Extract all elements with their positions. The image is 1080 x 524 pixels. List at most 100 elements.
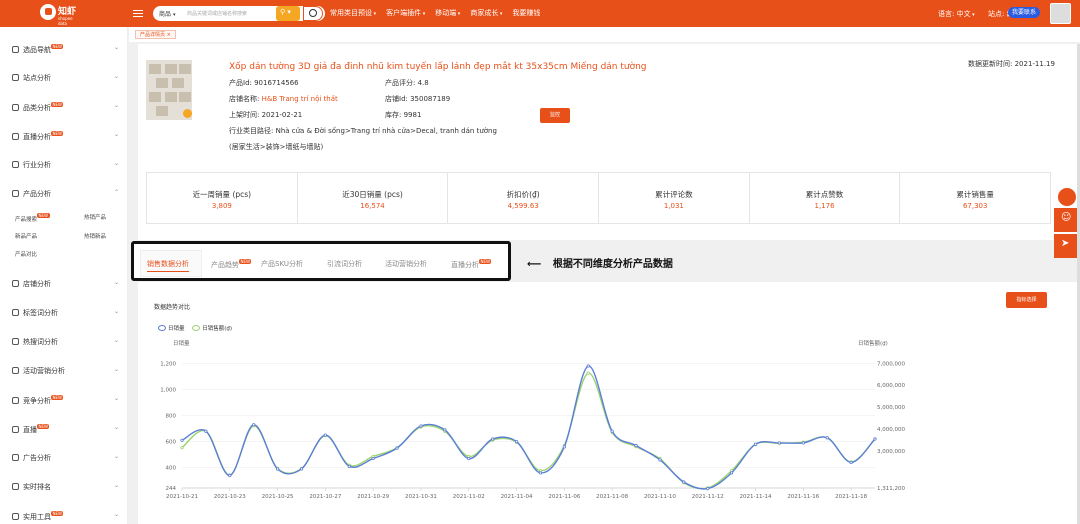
sidebar-item-3[interactable]: 直播分析 NEW ⌄ xyxy=(12,131,119,142)
sidebar-item-1[interactable]: 站点分析 ⌄ xyxy=(12,73,119,83)
chevron-down-icon[interactable]: ⌄ xyxy=(114,482,119,489)
sidebar-item-11[interactable]: 直播 NEW ⌄ xyxy=(12,424,119,435)
chevron-down-icon[interactable]: ⌄ xyxy=(114,131,119,138)
sidebar-item-icon xyxy=(12,367,19,374)
sidebar-subitem-a[interactable]: 产品搜索NEW xyxy=(15,213,50,223)
data-point xyxy=(873,437,877,441)
x-tick: 2021-10-25 xyxy=(262,494,294,500)
logo-icon xyxy=(40,4,56,20)
data-point xyxy=(371,456,375,461)
y-right-tick: 1,311,200 xyxy=(877,486,905,492)
nav-category-presets[interactable]: 常用类目预设 xyxy=(330,8,376,18)
sidebar-item-label: 活动营销分析 xyxy=(23,367,65,375)
x-tick: 2021-11-04 xyxy=(501,494,533,500)
sidebar-item-label: 广告分析 xyxy=(23,454,51,462)
sidebar-item-9[interactable]: 活动营销分析 ⌄ xyxy=(12,366,119,376)
sidebar-item-13[interactable]: 实时排名 ⌄ xyxy=(12,482,119,492)
sidebar-item-7[interactable]: 标签词分析 ⌄ xyxy=(12,308,119,318)
stat-label: 折扣价(₫) xyxy=(506,190,540,199)
sidebar-item-12[interactable]: 广告分析 ⌄ xyxy=(12,453,119,463)
sidebar-item-label: 实时排名 xyxy=(23,483,51,491)
nav-earn[interactable]: 我要赚钱 xyxy=(512,8,540,18)
sidebar-item-14[interactable]: 实用工具 NEW ⌄ xyxy=(12,511,119,522)
product-title[interactable]: Xốp dán tường 3D giả đa đinh nhũ kim tuy… xyxy=(229,62,647,72)
y-right-axis-label: 日销售额(₫) xyxy=(858,339,888,347)
data-point xyxy=(706,486,710,491)
tab-0[interactable]: 销售数据分析 xyxy=(147,259,189,272)
tab-product-detail[interactable]: 产品详情页 × xyxy=(135,30,176,39)
nav-mobile[interactable]: 移动端 xyxy=(435,8,460,18)
tab-5[interactable]: 直播分析 NEW xyxy=(451,259,492,270)
product-image[interactable] xyxy=(146,60,192,120)
new-badge: NEW xyxy=(37,213,50,218)
chevron-down-icon[interactable]: ⌄ xyxy=(114,453,119,460)
chevron-down-icon[interactable]: ⌄ xyxy=(114,308,119,315)
x-tick: 2021-10-31 xyxy=(405,494,437,500)
stat-label: 累计点赞数 xyxy=(805,190,844,199)
data-point xyxy=(323,433,327,437)
search-category-select[interactable]: 商品 xyxy=(159,9,176,18)
sidebar-item-2[interactable]: 品类分析 NEW ⌄ xyxy=(12,102,119,113)
tab-4[interactable]: 活动营销分析 xyxy=(385,259,427,269)
sidebar-item-5[interactable]: 产品分析 ⌃ xyxy=(12,189,119,199)
monitor-button[interactable]: 监控 xyxy=(540,108,570,123)
sidebar-item-icon xyxy=(12,104,19,111)
stock: 库存: 9981 xyxy=(385,111,422,119)
sidebar-item-label: 店铺分析 xyxy=(23,280,51,288)
sidebar-subitem-e[interactable]: 产品对比 xyxy=(15,250,37,258)
language-label: 语言: 中文 xyxy=(938,10,975,18)
x-tick: 2021-10-23 xyxy=(214,494,246,500)
nav-client-plugin[interactable]: 客户端插件 xyxy=(386,8,425,18)
chevron-down-icon[interactable]: ⌄ xyxy=(114,395,119,402)
sidebar-item-6[interactable]: 店铺分析 ⌄ xyxy=(12,279,119,289)
data-point xyxy=(228,473,232,478)
contact-badge[interactable]: 我要联系 xyxy=(1008,7,1041,18)
logo[interactable]: 知虾 shopee data xyxy=(40,3,80,26)
chevron-down-icon[interactable]: ⌄ xyxy=(114,279,119,286)
robot-icon[interactable] xyxy=(1058,188,1076,206)
language-select[interactable]: 语言: 中文 xyxy=(938,9,975,19)
sidebar-item-label: 直播分析 xyxy=(23,133,51,141)
sidebar-subitem-c[interactable]: 新品产品 xyxy=(15,232,37,240)
avatar[interactable] xyxy=(1050,3,1071,24)
chevron-up-icon[interactable]: ⌃ xyxy=(114,189,119,196)
menu-toggle-icon[interactable] xyxy=(133,8,143,18)
chevron-down-icon[interactable]: ⌄ xyxy=(114,102,119,109)
tab-2[interactable]: 产品SKU分析 xyxy=(261,259,303,269)
stat-label: 近一周销量 (pcs) xyxy=(192,190,252,199)
sidebar-item-4[interactable]: 行业分析 ⌄ xyxy=(12,160,119,170)
chevron-down-icon[interactable]: ⌄ xyxy=(114,44,119,51)
tab-3[interactable]: 引流词分析 xyxy=(327,259,362,269)
search-button[interactable] xyxy=(303,6,323,21)
sidebar-item-0[interactable]: 选品导航 NEW ⌄ xyxy=(12,44,119,55)
sidebar-item-icon xyxy=(12,133,19,140)
update-time: 数据更新时间: 2021-11.19 xyxy=(968,60,1055,68)
shop-name-link[interactable]: H&B Trang trí nội thất xyxy=(262,95,338,103)
sidebar-item-label: 竞争分析 xyxy=(23,397,51,405)
top-bar: 知虾 shopee data 商品 商品关键词或店铺名称搜索 常用类目预设 客户… xyxy=(0,0,1080,27)
sidebar-item-8[interactable]: 热搜词分析 ⌄ xyxy=(12,337,119,347)
sidebar-subitem-b[interactable]: 热销产品 xyxy=(84,213,106,221)
chevron-down-icon[interactable]: ⌄ xyxy=(114,160,119,167)
y-left-tick: 400 xyxy=(166,466,177,472)
sidebar-item-icon xyxy=(12,513,19,520)
sidebar-item-10[interactable]: 竞争分析 NEW ⌄ xyxy=(12,395,119,406)
chevron-down-icon[interactable]: ⌄ xyxy=(114,511,119,518)
category-path: 行业类目路径: Nhà cửa & Đời sống>Trang trí nhà… xyxy=(229,127,497,135)
tab-1[interactable]: 产品趋势 NEW xyxy=(211,259,252,270)
chevron-down-icon[interactable]: ⌄ xyxy=(114,424,119,431)
chevron-down-icon[interactable]: ⌄ xyxy=(114,337,119,344)
image-search-button[interactable] xyxy=(276,6,300,21)
data-point xyxy=(682,480,686,484)
favorite-icon[interactable] xyxy=(183,109,192,118)
data-point xyxy=(730,471,734,475)
send-icon: ➤ xyxy=(1061,238,1070,249)
line-chart: 日销量 日销售额(₫) 244 400 600 800 1,000 1,200 1,311,20… xyxy=(160,339,905,500)
nav-merchant-growth[interactable]: 商家成长 xyxy=(470,8,502,18)
y-left-axis-label: 日销量 xyxy=(173,339,190,347)
sidebar-subitem-d[interactable]: 热销新品 xyxy=(84,232,106,240)
series-line-1 xyxy=(181,372,876,490)
x-tick: 2021-11-10 xyxy=(644,494,676,500)
chevron-down-icon[interactable]: ⌄ xyxy=(114,73,119,80)
chevron-down-icon[interactable]: ⌄ xyxy=(114,366,119,373)
